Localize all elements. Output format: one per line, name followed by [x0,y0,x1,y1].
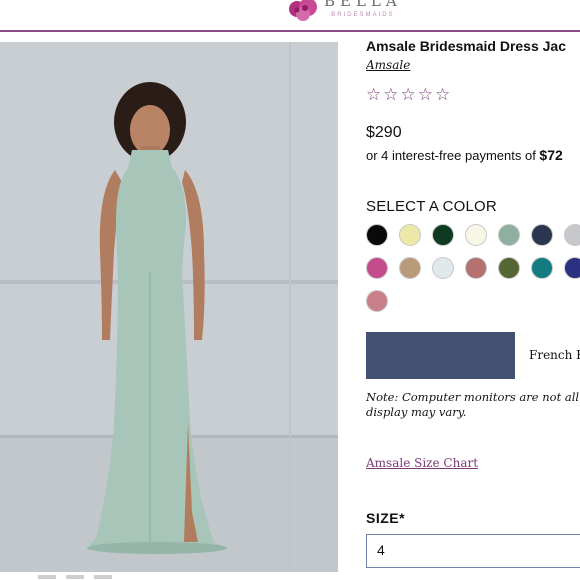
color-swatch[interactable] [399,224,421,246]
select-color-heading: SELECT A COLOR [366,198,497,215]
note-line: display may vary. [366,405,467,419]
color-swatch[interactable] [366,290,388,312]
color-swatch[interactable] [465,224,487,246]
installments-amount: $72 [539,147,563,163]
product-details-panel: Amsale Bridesmaid Dress Jac Amsale ☆ ☆ ☆… [366,34,580,580]
brand-name: BELLA [324,0,402,10]
note-line: Note: Computer monitors are not all cre [366,390,580,404]
installments-prefix: or 4 interest-free payments of [366,148,540,163]
thumbnail[interactable] [38,575,56,579]
size-select[interactable]: 4 [366,534,580,568]
installments-text: or 4 interest-free payments of $72 [366,147,563,163]
size-label: SIZE* [366,510,406,526]
product-price: $290 [366,124,402,141]
color-swatch[interactable] [432,224,454,246]
product-title: Amsale Bridesmaid Dress Jac [366,38,566,54]
size-chart-link[interactable]: Amsale Size Chart [366,456,478,470]
star-icon[interactable]: ☆ [418,86,433,103]
thumbnail[interactable] [94,575,112,579]
color-swatch[interactable] [498,257,520,279]
brand-logo[interactable]: BELLA BRIDESMAIDS [286,0,402,24]
image-thumbnails [38,575,112,579]
color-swatch[interactable] [531,224,553,246]
color-swatch[interactable] [498,224,520,246]
color-swatch[interactable] [564,257,580,279]
star-icon[interactable]: ☆ [383,86,398,103]
color-swatch[interactable] [465,257,487,279]
thumbnail[interactable] [66,575,84,579]
brand-subtitle: BRIDESMAIDS [331,12,395,18]
product-photo[interactable] [0,42,338,572]
color-swatch[interactable] [366,257,388,279]
color-swatch[interactable] [399,257,421,279]
star-icon[interactable]: ☆ [366,86,381,103]
selected-color-name: French B [529,348,580,362]
color-swatch[interactable] [564,224,580,246]
rating-stars[interactable]: ☆ ☆ ☆ ☆ ☆ [366,86,450,103]
site-header: BELLA BRIDESMAIDS [0,0,580,32]
selected-color-swatch [366,332,515,379]
star-icon[interactable]: ☆ [435,86,450,103]
rose-logo-icon [286,0,320,23]
color-swatch[interactable] [531,257,553,279]
color-swatch[interactable] [366,224,388,246]
star-icon[interactable]: ☆ [401,86,416,103]
color-swatch[interactable] [432,257,454,279]
designer-link[interactable]: Amsale [366,58,410,72]
color-disclaimer-note: Note: Computer monitors are not all cre … [366,390,580,420]
